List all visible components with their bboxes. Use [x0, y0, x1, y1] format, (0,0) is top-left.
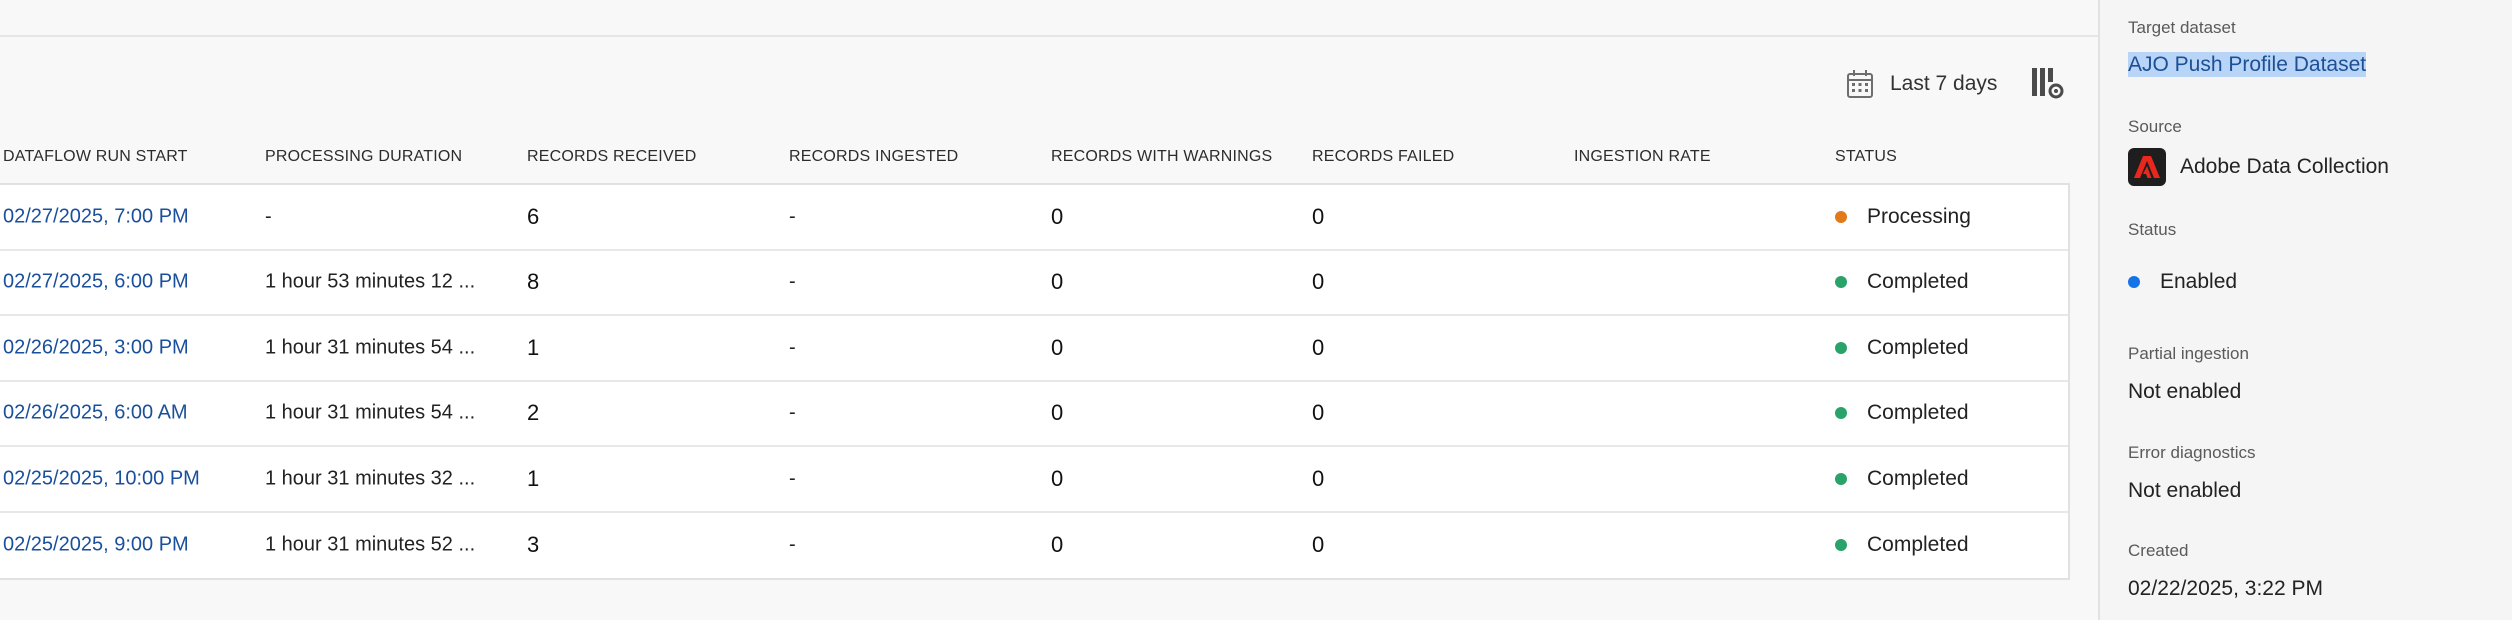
column-settings-icon[interactable] [2030, 66, 2064, 100]
records-failed: 0 [1312, 400, 1325, 426]
run-status: Completed [1835, 336, 1969, 360]
records-failed: 0 [1312, 334, 1325, 360]
dataflow-runs-screen: Last 7 days DATAFLOW RUN START PROCESSIN… [0, 0, 2512, 620]
table-row[interactable]: 02/27/2025, 6:00 PM 1 hour 53 minutes 12 … [0, 251, 2068, 316]
status-dot-icon [1835, 539, 1847, 552]
header-ingestion-rate[interactable]: INGESTION RATE [1574, 148, 1711, 166]
records-failed: 0 [1312, 465, 1325, 491]
run-start-link[interactable]: 02/27/2025, 7:00 PM [3, 205, 189, 228]
table-row[interactable]: 02/25/2025, 9:00 PM 1 hour 31 minutes 52 … [0, 513, 2068, 579]
records-received: 3 [527, 532, 540, 558]
header-run-start[interactable]: DATAFLOW RUN START [3, 148, 188, 166]
run-status-label: Completed [1867, 335, 1969, 359]
records-received: 6 [527, 203, 540, 229]
records-warnings: 0 [1051, 400, 1064, 426]
status-dot-icon [1835, 276, 1847, 289]
records-warnings: 0 [1051, 203, 1064, 229]
table-header: DATAFLOW RUN START PROCESSING DURATION R… [0, 140, 2070, 183]
records-ingested: - [789, 401, 796, 424]
calendar-icon [1847, 70, 1873, 98]
run-start-link[interactable]: 02/27/2025, 6:00 PM [3, 271, 189, 294]
records-failed: 0 [1312, 203, 1325, 229]
status-value: Enabled [2160, 270, 2238, 293]
table-row[interactable]: 02/25/2025, 10:00 PM 1 hour 31 minutes 32… [0, 447, 2068, 513]
target-dataset-label: Target dataset [2128, 18, 2236, 37]
processing-duration: 1 hour 31 minutes 54 ... [265, 336, 476, 359]
error-diagnostics-label: Error diagnostics [2128, 443, 2256, 462]
header-records-ingested[interactable]: RECORDS INGESTED [789, 148, 958, 166]
records-warnings: 0 [1051, 532, 1064, 558]
run-status: Completed [1835, 467, 1969, 491]
status-dot-icon [1835, 472, 1847, 485]
main-content: Last 7 days DATAFLOW RUN START PROCESSIN… [0, 0, 2098, 620]
source-row: Adobe Data Collection [2128, 148, 2389, 186]
records-ingested: - [789, 336, 796, 359]
error-diagnostics-value: Not enabled [2128, 479, 2242, 502]
records-warnings: 0 [1051, 465, 1064, 491]
processing-duration: 1 hour 31 minutes 32 ... [265, 467, 476, 490]
header-records-received[interactable]: RECORDS RECEIVED [527, 148, 696, 166]
records-failed: 0 [1312, 532, 1325, 558]
header-status[interactable]: STATUS [1835, 148, 1897, 166]
properties-rail: Target dataset AJO Push Profile Dataset … [2098, 0, 2512, 620]
adobe-logo-icon [2128, 148, 2166, 186]
records-received: 2 [527, 400, 540, 426]
run-status: Completed [1835, 270, 1969, 294]
run-start-link[interactable]: 02/25/2025, 10:00 PM [3, 467, 200, 490]
processing-duration: 1 hour 53 minutes 12 ... [265, 270, 476, 293]
records-warnings: 0 [1051, 269, 1064, 295]
header-records-failed[interactable]: RECORDS FAILED [1312, 148, 1454, 166]
header-divider [0, 35, 2098, 37]
run-status-label: Processing [1867, 204, 1971, 228]
run-status: Completed [1835, 533, 1969, 557]
table-row[interactable]: 02/26/2025, 6:00 AM 1 hour 31 minutes 54 … [0, 382, 2068, 447]
target-dataset-value[interactable]: AJO Push Profile Dataset [2128, 52, 2367, 77]
run-start-link[interactable]: 02/26/2025, 3:00 PM [3, 336, 189, 359]
records-failed: 0 [1312, 269, 1325, 295]
table-row[interactable]: 02/27/2025, 7:00 PM - 6 - 0 0 Processing [0, 185, 2068, 251]
source-label: Source [2128, 117, 2182, 136]
records-received: 1 [527, 465, 540, 491]
date-range-picker[interactable]: Last 7 days [1846, 66, 1997, 102]
status-dot-icon [1835, 210, 1847, 223]
run-status-label: Completed [1867, 466, 1969, 490]
partial-ingestion-label: Partial ingestion [2128, 344, 2249, 363]
created-label: Created [2128, 541, 2189, 560]
status-label: Status [2128, 220, 2177, 239]
records-ingested: - [789, 467, 796, 490]
records-warnings: 0 [1051, 334, 1064, 360]
target-dataset-link[interactable]: AJO Push Profile Dataset [2128, 52, 2367, 77]
table-row[interactable]: 02/26/2025, 3:00 PM 1 hour 31 minutes 54 … [0, 316, 2068, 382]
run-status: Processing [1835, 205, 1971, 229]
run-status: Completed [1835, 401, 1969, 425]
status-dot-icon [1835, 407, 1847, 420]
source-value: Adobe Data Collection [2180, 155, 2389, 178]
records-ingested: - [789, 205, 796, 228]
status-dot-icon [2128, 276, 2140, 288]
processing-duration: 1 hour 31 minutes 52 ... [265, 533, 476, 556]
header-records-warnings[interactable]: RECORDS WITH WARNINGS [1051, 148, 1272, 166]
created-value: 02/22/2025, 3:22 PM [2128, 577, 2323, 600]
records-received: 8 [527, 269, 540, 295]
header-processing-duration[interactable]: PROCESSING DURATION [265, 148, 462, 166]
status-dot-icon [1835, 341, 1847, 354]
partial-ingestion-value: Not enabled [2128, 380, 2242, 403]
run-start-link[interactable]: 02/25/2025, 9:00 PM [3, 534, 189, 557]
rail-status: Enabled [2128, 270, 2237, 294]
date-range-label: Last 7 days [1890, 72, 1998, 95]
records-ingested: - [789, 270, 796, 293]
records-ingested: - [789, 533, 796, 556]
run-status-label: Completed [1867, 533, 1969, 557]
run-status-label: Completed [1867, 270, 1969, 294]
processing-duration: - [265, 205, 272, 228]
processing-duration: 1 hour 31 minutes 54 ... [265, 401, 476, 424]
records-received: 1 [527, 334, 540, 360]
table-body: 02/27/2025, 7:00 PM -6-0 0 Processing 02/27/… [0, 183, 2070, 580]
dataflow-runs-table: DATAFLOW RUN START PROCESSING DURATION R… [0, 140, 2070, 580]
run-status-label: Completed [1867, 401, 1969, 425]
run-start-link[interactable]: 02/26/2025, 6:00 AM [3, 402, 188, 425]
